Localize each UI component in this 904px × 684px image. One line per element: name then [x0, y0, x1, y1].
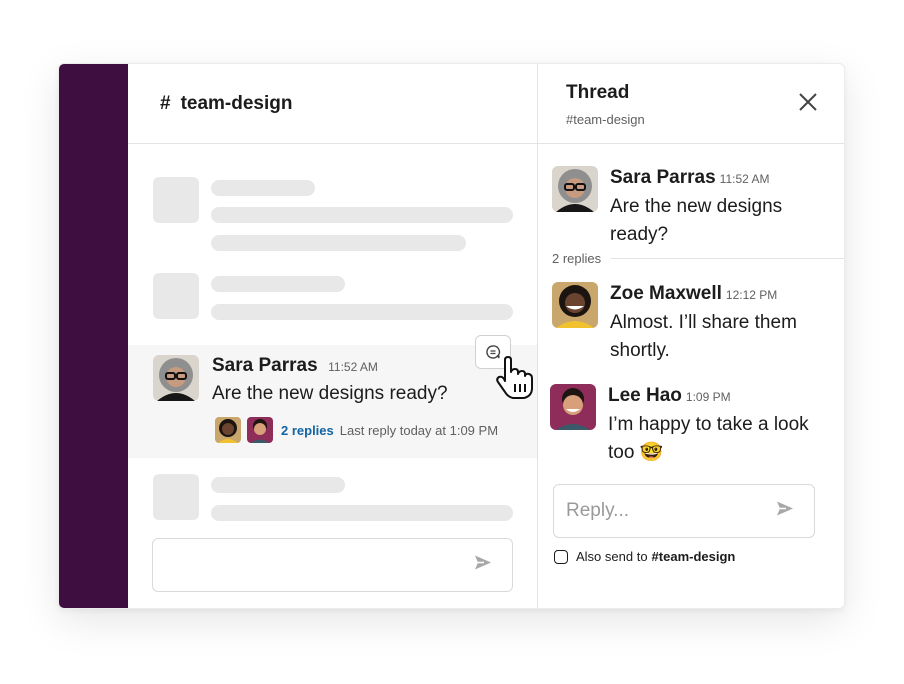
avatar-lee-hao[interactable] — [550, 384, 596, 430]
also-send-checkbox[interactable] — [554, 549, 568, 564]
also-send-option[interactable]: Also send to #team-design — [554, 549, 735, 564]
workspace-sidebar — [59, 64, 128, 608]
message-text: Are the new designs ready? — [212, 383, 448, 404]
close-icon[interactable] — [798, 92, 818, 117]
avatar-sara-parras[interactable] — [153, 355, 199, 401]
reply-placeholder: Reply... — [566, 500, 630, 521]
reply-input[interactable]: Reply... — [553, 484, 815, 538]
also-send-label: Also send to — [576, 549, 648, 564]
send-icon[interactable] — [776, 501, 794, 522]
last-reply-text: Last reply today at 1:09 PM — [339, 422, 499, 438]
app-window: # team-design Sara Parras 11:52 AM Are t… — [58, 63, 845, 609]
skeleton-line — [211, 505, 513, 521]
channel-title: team-design — [180, 92, 293, 114]
timestamp[interactable]: 1:09 PM — [686, 390, 731, 404]
timestamp[interactable]: 12:12 PM — [726, 288, 777, 302]
timestamp[interactable]: 11:52 AM — [720, 172, 770, 186]
channel-header: # team-design — [128, 64, 537, 144]
author-name[interactable]: Sara Parras — [610, 167, 716, 188]
skeleton-avatar — [153, 177, 199, 223]
avatar-zoe-maxwell — [215, 417, 241, 443]
message-body: Sara Parras 11:52 AM Are the new designs … — [610, 164, 820, 249]
channel-pane: # team-design Sara Parras 11:52 AM Are t… — [128, 64, 538, 608]
author-name[interactable]: Sara Parras — [212, 355, 318, 376]
skeleton-avatar — [153, 474, 199, 520]
author-name[interactable]: Zoe Maxwell — [610, 283, 722, 304]
avatar-zoe-maxwell[interactable] — [552, 282, 598, 328]
message-composer[interactable] — [152, 538, 513, 592]
skeleton-line — [211, 477, 345, 493]
skeleton-line — [211, 180, 315, 196]
author-name[interactable]: Lee Hao — [608, 385, 682, 406]
hash-icon: # — [160, 92, 171, 114]
skeleton-line — [211, 235, 466, 251]
replies-divider: 2 replies — [552, 251, 844, 266]
message-text: Almost. I’ll share them shortly. — [610, 312, 797, 361]
replies-count: 2 replies — [552, 251, 602, 266]
thread-channel-link[interactable]: #team-design — [566, 112, 645, 127]
send-icon[interactable] — [474, 555, 492, 576]
replies-link[interactable]: 2 replies — [281, 423, 334, 438]
also-send-channel: #team-design — [651, 549, 736, 564]
message-header: Sara Parras 11:52 AM — [212, 355, 378, 377]
message-text: I’m happy to take a look too 🤓 — [608, 414, 809, 463]
avatar-lee-hao — [247, 417, 273, 443]
skeleton-line — [211, 304, 513, 320]
skeleton-avatar — [153, 273, 199, 319]
thread-header: Thread #team-design — [538, 64, 844, 144]
timestamp[interactable]: 11:52 AM — [328, 360, 378, 374]
skeleton-line — [211, 276, 345, 292]
thread-summary[interactable]: 2 replies Last reply today at 1:09 PM — [215, 417, 498, 443]
divider-line — [611, 258, 844, 259]
thread-pane: Thread #team-design Sara Parras 11:52 AM — [538, 64, 844, 608]
thread-title: Thread — [566, 82, 630, 103]
skeleton-line — [211, 207, 513, 223]
avatar-sara-parras[interactable] — [552, 166, 598, 212]
hand-pointer-icon — [495, 356, 535, 405]
message-text: Are the new designs ready? — [610, 196, 783, 245]
message-body: Zoe Maxwell 12:12 PM Almost. I’ll share t… — [610, 280, 820, 365]
message-body: Lee Hao 1:09 PM I’m happy to take a look … — [608, 382, 818, 467]
